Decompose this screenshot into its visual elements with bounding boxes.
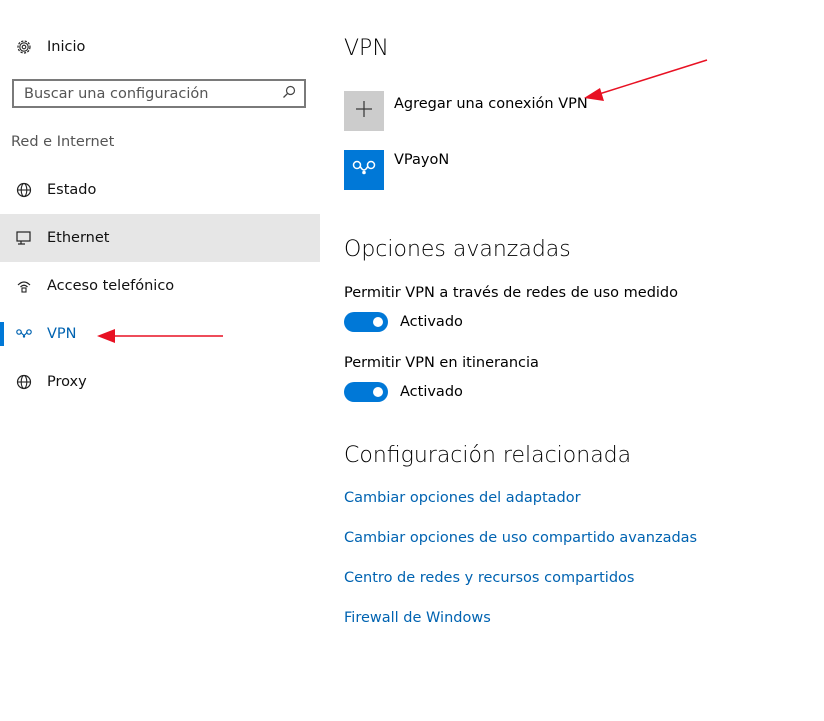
- sidebar-item-label: Proxy: [47, 374, 87, 390]
- ethernet-icon: [14, 228, 34, 248]
- sidebar: Inicio Red e Internet Estado Ethernet Ac…: [0, 0, 320, 721]
- sidebar-item-label: Acceso telefónico: [47, 278, 175, 294]
- change-adapter-options-link[interactable]: Cambiar opciones del adaptador: [344, 490, 581, 506]
- dialup-icon: [14, 276, 34, 296]
- arrow-to-add-vpn: [584, 59, 708, 101]
- search-field[interactable]: [12, 79, 306, 108]
- vpn-connection-item[interactable]: VPayoN: [344, 150, 449, 190]
- add-tile[interactable]: [344, 91, 384, 131]
- gear-icon: [14, 37, 34, 57]
- metered-option-label: Permitir VPN a través de redes de uso me…: [344, 285, 679, 301]
- vpn-icon: [14, 324, 34, 344]
- page-title: VPN: [344, 36, 389, 61]
- roaming-option-label: Permitir VPN en itinerancia: [344, 355, 539, 371]
- sidebar-item-estado[interactable]: Estado: [0, 166, 320, 214]
- sidebar-item-ethernet[interactable]: Ethernet: [0, 214, 320, 262]
- toggle-state: Activado: [400, 384, 463, 400]
- search-input[interactable]: [24, 85, 282, 102]
- roaming-toggle[interactable]: [344, 382, 388, 402]
- advanced-sharing-options-link[interactable]: Cambiar opciones de uso compartido avanz…: [344, 530, 697, 546]
- globe-status-icon: [14, 180, 34, 200]
- vpn-connection-tile[interactable]: [344, 150, 384, 190]
- plus-icon: [355, 100, 373, 122]
- sidebar-item-label: Inicio: [47, 39, 86, 55]
- toggle-knob: [373, 317, 383, 327]
- add-vpn-label: Agregar una conexión VPN: [394, 96, 588, 112]
- globe-icon: [14, 372, 34, 392]
- metered-toggle-row: Activado: [344, 312, 463, 332]
- sidebar-item-label: Ethernet: [47, 230, 110, 246]
- vpn-connection-name: VPayoN: [394, 152, 450, 168]
- section-title: Red e Internet: [11, 134, 115, 150]
- network-sharing-center-link[interactable]: Centro de redes y recursos compartidos: [344, 570, 634, 586]
- sidebar-item-label: VPN: [47, 326, 77, 342]
- advanced-options-heading: Opciones avanzadas: [344, 237, 571, 262]
- toggle-state: Activado: [400, 314, 463, 330]
- sidebar-item-home[interactable]: Inicio: [0, 23, 320, 71]
- add-vpn-connection-button[interactable]: Agregar una conexión VPN: [344, 91, 588, 131]
- sidebar-item-vpn[interactable]: VPN: [0, 310, 320, 358]
- vpn-icon: [351, 158, 377, 182]
- sidebar-item-acceso-telefonico[interactable]: Acceso telefónico: [0, 262, 320, 310]
- sidebar-item-proxy[interactable]: Proxy: [0, 358, 320, 406]
- metered-toggle[interactable]: [344, 312, 388, 332]
- roaming-toggle-row: Activado: [344, 382, 463, 402]
- selection-indicator: [0, 322, 4, 346]
- related-settings-heading: Configuración relacionada: [344, 443, 632, 468]
- search-icon[interactable]: [282, 84, 296, 103]
- toggle-knob: [373, 387, 383, 397]
- windows-firewall-link[interactable]: Firewall de Windows: [344, 610, 491, 626]
- sidebar-item-label: Estado: [47, 182, 97, 198]
